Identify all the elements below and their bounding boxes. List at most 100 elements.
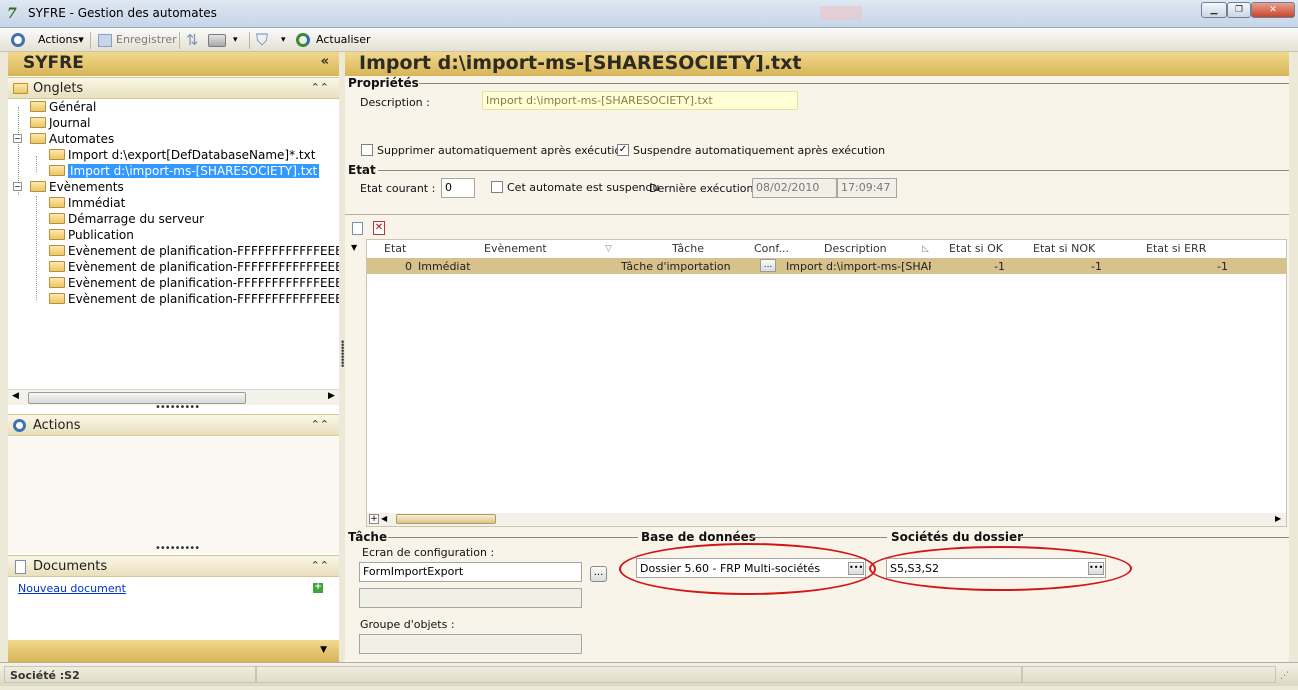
column-header-etat-ok[interactable]: Etat si OK <box>949 240 1003 258</box>
tree-item-evenement[interactable]: Evènement de planification-FFFFFFFFFFFFE… <box>49 275 339 291</box>
toolbar-separator <box>179 32 180 49</box>
etat-courant-field[interactable]: 0 <box>441 178 475 198</box>
documents-group-header[interactable]: Documents ⌃⌃ <box>8 555 339 577</box>
scroll-left-icon[interactable]: ◀ <box>12 391 19 401</box>
sync-icon[interactable]: ⇅ <box>186 31 199 49</box>
onglets-title: Onglets <box>33 81 84 96</box>
filter-icon[interactable]: ⛉ <box>256 30 268 50</box>
tree-line <box>36 156 37 172</box>
column-header-etat-nok[interactable]: Etat si NOK <box>1033 240 1095 258</box>
tree-item-general[interactable]: Général <box>30 99 96 115</box>
print-dropdown-icon[interactable]: ▾ <box>233 35 238 45</box>
collapse-chevron-icon[interactable]: ⌃⌃ <box>311 418 329 431</box>
cell-etat: 0 <box>405 260 412 273</box>
print-icon[interactable] <box>208 34 226 47</box>
chevron-down-icon[interactable]: ▼ <box>320 645 327 655</box>
window-title: SYFRE - Gestion des automates <box>28 6 217 20</box>
sort-icon[interactable]: ◺ <box>922 244 929 254</box>
app-icon: 7 <box>7 6 17 22</box>
delete-row-icon[interactable]: ✕ <box>373 221 385 235</box>
status-societe: Société :S2 <box>10 669 80 682</box>
section-divider <box>1019 537 1289 538</box>
tree-item-evenement[interactable]: Evènement de planification-FFFFFFFFFFFFE… <box>49 259 339 275</box>
scroll-left-icon[interactable]: ◀ <box>381 514 387 523</box>
table-row[interactable]: 0 Immédiat Tâche d'importation ... Impor… <box>367 258 1286 274</box>
tree-item-evenement[interactable]: Evènement de planification-FFFFFFFFFFFFE… <box>49 291 339 307</box>
sort-icon[interactable]: ▽ <box>605 244 612 254</box>
etat-courant-label: Etat courant : <box>360 182 436 195</box>
browse-config-button[interactable]: ... <box>590 566 607 582</box>
collapse-chevron-icon[interactable]: ⌃⌃ <box>311 81 329 94</box>
cell-etat-err: -1 <box>1217 260 1228 273</box>
splitter-grip[interactable]: ••••••••• <box>155 402 200 413</box>
annotation-highlight-oval <box>869 546 1132 591</box>
tree-item-evenement[interactable]: Démarrage du serveur <box>49 211 204 227</box>
close-button[interactable]: ✕ <box>1251 2 1295 18</box>
suspended-checkbox[interactable] <box>491 181 503 193</box>
delete-after-exec-checkbox[interactable] <box>361 144 373 156</box>
collapse-left-icon[interactable]: « <box>321 54 329 69</box>
section-database: Base de données <box>641 530 756 544</box>
last-exec-time-field: 17:09:47 <box>837 178 897 198</box>
tree-line <box>36 196 37 300</box>
description-field[interactable]: Import d:\import-ms-[SHARESOCIETY].txt <box>482 91 798 110</box>
status-bar: Société :S2 ⋰ <box>0 662 1298 686</box>
expand-all-icon[interactable]: ▼ <box>351 243 357 252</box>
cell-etat-nok: -1 <box>1091 260 1102 273</box>
left-panel-title: SYFRE <box>23 53 84 73</box>
column-header-description[interactable]: Description <box>824 240 887 258</box>
maximize-button[interactable]: ❐ <box>1227 2 1251 18</box>
scroll-right-icon[interactable]: ▶ <box>328 391 335 401</box>
splitter-grip[interactable]: ••••••••• <box>155 543 200 554</box>
suspended-label: Cet automate est suspendu <box>507 181 660 194</box>
tree-item-automate[interactable]: Import d:\export[DefDatabaseName]*.txt <box>49 147 315 163</box>
delete-after-exec-label: Supprimer automatiquement après exécutio… <box>377 144 629 157</box>
add-document-icon[interactable]: + <box>313 583 323 593</box>
section-proprietes: Propriétés <box>348 76 419 90</box>
grid-horizontal-scrollbar[interactable]: + ◀ ▶ <box>367 513 1286 526</box>
tree-item-evenement[interactable]: Immédiat <box>49 195 125 211</box>
column-header-evenement[interactable]: Evènement <box>484 240 547 258</box>
add-row-icon[interactable] <box>352 222 363 235</box>
cell-description: Import d:\import-ms-[SHARESO <box>786 260 931 273</box>
actions-menu[interactable]: Actions▾ <box>38 33 84 46</box>
folder-open-icon <box>30 133 46 144</box>
folder-icon <box>13 83 28 94</box>
tree-item-evenement[interactable]: Publication <box>49 227 134 243</box>
events-grid: Etat Evènement ▽ Tâche Conf... Descripti… <box>366 239 1287 527</box>
tree-item-automates[interactable]: Automates <box>30 131 114 147</box>
actions-group-header[interactable]: Actions ⌃⌃ <box>8 414 339 436</box>
expand-icon[interactable]: + <box>369 514 379 524</box>
cell-conf-button[interactable]: ... <box>760 259 776 272</box>
resize-grip-icon[interactable]: ⋰ <box>1280 671 1289 681</box>
tree-item-evenement[interactable]: Evènement de planification-FFFFFFFFFFFFE… <box>49 243 339 259</box>
scroll-right-icon[interactable]: ▶ <box>1275 514 1281 523</box>
tree-item-automate-selected[interactable]: Import d:\import-ms-[SHARESOCIETY].txt <box>49 163 320 179</box>
suspend-after-exec-checkbox[interactable]: ✓ <box>617 144 629 156</box>
section-divider <box>378 170 1289 171</box>
minimize-button[interactable]: ▁ <box>1201 2 1227 18</box>
new-document-link[interactable]: Nouveau document <box>18 582 126 595</box>
collapse-chevron-icon[interactable]: ⌃⌃ <box>311 559 329 572</box>
tree-item-evenements[interactable]: Evènements <box>30 179 124 195</box>
scroll-thumb[interactable] <box>28 392 246 404</box>
column-header-etat-err[interactable]: Etat si ERR <box>1146 240 1206 258</box>
toolbar-separator <box>249 32 250 49</box>
save-button[interactable]: Enregistrer <box>116 33 177 46</box>
tree-view: − − Général Journal Automates Import d:\… <box>8 99 339 389</box>
column-header-conf[interactable]: Conf... <box>754 240 789 258</box>
tree-item-journal[interactable]: Journal <box>30 115 91 131</box>
column-header-etat[interactable]: Etat <box>384 240 406 258</box>
object-group-field <box>359 634 582 654</box>
onglets-header[interactable]: Onglets ⌃⌃ <box>8 77 339 99</box>
collapse-node-icon[interactable]: − <box>13 182 22 191</box>
config-screen-field[interactable]: FormImportExport <box>359 562 582 582</box>
toolbar: Actions▾ Enregistrer ⇅ ▾ ⛉ ▾ Actualiser <box>0 28 1298 52</box>
document-icon <box>15 560 26 574</box>
column-header-tache[interactable]: Tâche <box>672 240 704 258</box>
refresh-button[interactable]: Actualiser <box>316 33 371 46</box>
scroll-thumb[interactable] <box>396 514 496 524</box>
filter-dropdown-icon[interactable]: ▾ <box>281 35 286 45</box>
folder-open-icon <box>30 181 46 192</box>
collapse-node-icon[interactable]: − <box>13 134 22 143</box>
